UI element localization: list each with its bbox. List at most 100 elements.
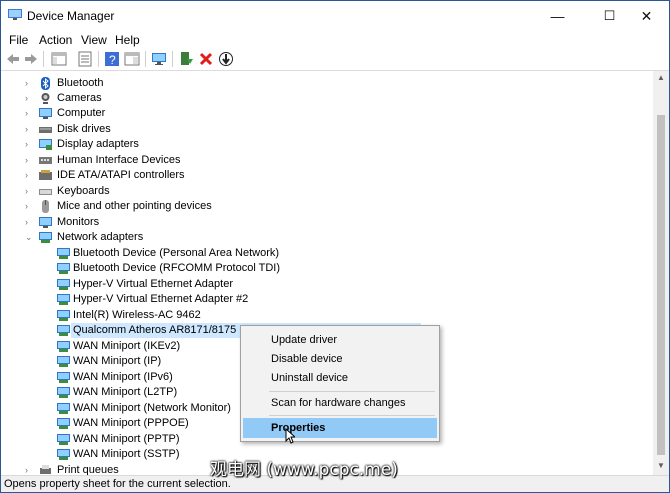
network-adapter-icon xyxy=(57,294,70,305)
title-bar: Device Manager — ☐ ✕ xyxy=(1,1,669,31)
tree-child-label: Intel(R) Wireless-AC 9462 xyxy=(73,309,201,321)
help-icon[interactable]: ? xyxy=(104,51,120,67)
monitor-icon xyxy=(39,217,52,228)
show-hide-tree-icon[interactable] xyxy=(51,51,67,67)
context-scan-hardware[interactable]: Scan for hardware changes xyxy=(243,393,437,413)
tree-child-label: WAN Miniport (IPv6) xyxy=(73,371,173,383)
tree-node-label: Cameras xyxy=(57,92,102,104)
tree-node-label: Monitors xyxy=(57,216,100,228)
context-menu: Update driver Disable device Uninstall d… xyxy=(240,325,440,442)
tree-child-label: WAN Miniport (Network Monitor) xyxy=(73,402,231,414)
network-adapter-icon xyxy=(57,248,70,259)
scrollbar-thumb[interactable] xyxy=(657,115,665,455)
network-adapter-icon xyxy=(39,232,52,243)
toolbar-separator xyxy=(172,51,173,67)
network-adapter-icon xyxy=(57,418,70,429)
chevron-right-icon[interactable]: › xyxy=(25,463,33,475)
menu-bar: File Action View Help xyxy=(1,31,669,48)
tree-child-label: WAN Miniport (L2TP) xyxy=(73,386,178,398)
update-driver-icon[interactable] xyxy=(178,51,194,67)
network-adapter-icon xyxy=(57,449,70,460)
context-properties[interactable]: Properties xyxy=(243,418,437,438)
chevron-right-icon[interactable]: › xyxy=(25,137,33,149)
network-adapter-icon xyxy=(57,310,70,321)
chevron-right-icon[interactable]: › xyxy=(25,199,33,211)
device-manager-icon xyxy=(8,9,22,20)
context-separator xyxy=(269,391,435,392)
toolbar: ? xyxy=(1,48,669,71)
chevron-right-icon[interactable]: › xyxy=(25,153,33,165)
tree-node-label: Display adapters xyxy=(57,138,139,150)
toolbar-separator xyxy=(145,51,146,67)
hid-icon xyxy=(39,157,52,164)
network-adapter-icon xyxy=(57,356,70,367)
properties-icon[interactable] xyxy=(77,51,93,67)
keyboard-icon xyxy=(39,189,52,195)
tree-child-label: WAN Miniport (PPPOE) xyxy=(73,417,189,429)
display-adapter-icon xyxy=(39,139,52,150)
forward-arrow-icon[interactable] xyxy=(23,51,39,67)
tree-child-label: Hyper-V Virtual Ethernet Adapter #2 xyxy=(73,293,249,305)
menu-help[interactable]: Help xyxy=(115,33,140,47)
context-item-label: Disable device xyxy=(271,353,343,365)
context-separator xyxy=(269,415,435,416)
tree-child-label: WAN Miniport (IP) xyxy=(73,355,162,367)
mouse-cursor-icon xyxy=(285,428,295,444)
tree-node-label: Computer xyxy=(57,107,106,119)
chevron-right-icon[interactable]: › xyxy=(25,76,33,88)
toolbar-separator xyxy=(98,51,99,67)
chevron-right-icon[interactable]: › xyxy=(25,106,33,118)
tree-node-label: Human Interface Devices xyxy=(57,154,181,166)
scroll-up-arrow-icon[interactable]: ▲ xyxy=(653,71,669,85)
tree-node-label: IDE ATA/ATAPI controllers xyxy=(57,169,185,181)
computer-icon xyxy=(39,108,52,119)
vertical-scrollbar[interactable]: ▲ ▼ xyxy=(653,71,669,475)
action-pane-icon[interactable] xyxy=(124,51,140,67)
status-text: Opens property sheet for the current sel… xyxy=(4,478,231,490)
tree-child-label: Hyper-V Virtual Ethernet Adapter xyxy=(73,278,233,290)
context-item-label: Uninstall device xyxy=(271,372,349,384)
disable-icon[interactable] xyxy=(218,51,234,67)
tree-node-label: Keyboards xyxy=(57,185,110,197)
tree-child-label: WAN Miniport (PPTP) xyxy=(73,433,180,445)
tree-node-label: Mice and other pointing devices xyxy=(57,200,212,212)
chevron-down-icon[interactable]: ⌄ xyxy=(25,230,33,242)
chevron-right-icon[interactable]: › xyxy=(25,215,33,227)
network-adapter-icon xyxy=(57,403,70,414)
context-uninstall-device[interactable]: Uninstall device xyxy=(243,368,437,388)
network-adapter-icon xyxy=(57,434,70,445)
network-adapter-icon xyxy=(57,387,70,398)
back-arrow-icon[interactable] xyxy=(5,51,21,67)
menu-file[interactable]: File xyxy=(9,33,28,47)
uninstall-icon[interactable] xyxy=(198,51,214,67)
tree-child-label: Bluetooth Device (RFCOMM Protocol TDI) xyxy=(73,262,281,274)
network-adapter-icon xyxy=(57,325,70,336)
context-item-label: Update driver xyxy=(271,334,338,346)
context-disable-device[interactable]: Disable device xyxy=(243,349,437,369)
monitor-icon[interactable] xyxy=(151,51,167,67)
svg-text:?: ? xyxy=(109,53,116,67)
tree-child-label: WAN Miniport (IKEv2) xyxy=(73,340,181,352)
mouse-icon xyxy=(42,200,49,213)
chevron-right-icon[interactable]: › xyxy=(25,168,33,180)
scroll-down-arrow-icon[interactable]: ▼ xyxy=(653,459,669,473)
network-adapter-icon xyxy=(57,263,70,274)
chevron-right-icon[interactable]: › xyxy=(25,122,33,134)
camera-icon xyxy=(41,93,50,104)
window-title: Device Manager xyxy=(27,9,115,23)
chevron-right-icon[interactable]: › xyxy=(25,184,33,196)
disk-drive-icon xyxy=(39,127,52,133)
context-update-driver[interactable]: Update driver xyxy=(243,330,437,350)
tree-child-label: WAN Miniport (SSTP) xyxy=(73,448,180,460)
menu-view[interactable]: View xyxy=(81,33,107,47)
tree-node-label: Print queues xyxy=(57,464,119,475)
ide-controller-icon xyxy=(39,170,52,180)
menu-action[interactable]: Action xyxy=(39,33,72,47)
chevron-right-icon[interactable]: › xyxy=(25,91,33,103)
tree-node-label: Disk drives xyxy=(57,123,111,135)
tree-node-label: Network adapters xyxy=(57,231,144,243)
close-button[interactable]: ✕ xyxy=(624,1,669,31)
context-item-label: Scan for hardware changes xyxy=(271,397,406,409)
minimize-button[interactable]: — xyxy=(535,1,580,31)
watermark-text: 观电网 (www.pcpc.me) xyxy=(210,460,398,480)
